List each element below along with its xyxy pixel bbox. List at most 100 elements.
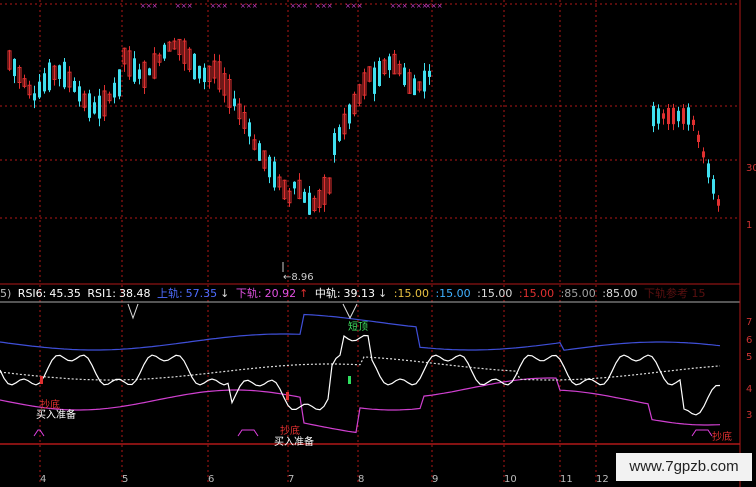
candle-body: [388, 56, 391, 71]
candle-body: [333, 133, 336, 155]
candle-body: [652, 105, 655, 127]
top-signal-mark: [342, 303, 358, 320]
mid-band-path: [0, 356, 721, 381]
signal-markers: [33, 303, 713, 437]
x-tick-9: 12: [596, 474, 609, 485]
candle-body: [148, 68, 151, 76]
candlestick-series: [7, 37, 720, 272]
candle-body: [43, 73, 46, 92]
x-tick-7: 10: [504, 474, 517, 485]
candle-body: [118, 69, 121, 97]
candle-body: [63, 61, 66, 88]
rsi-line: [0, 334, 721, 416]
axis-label-lower-6: 6: [746, 335, 753, 346]
x-tick-1: 4: [40, 474, 47, 485]
candle-body: [88, 93, 91, 118]
faded-tail: 下轨参考 15: [643, 287, 706, 300]
axis-label-upper-2: 1: [746, 220, 753, 231]
axis-label-lower-4: 4: [746, 384, 753, 395]
x-tick-8: 11: [560, 474, 573, 485]
mid-label: 中轨:: [314, 287, 341, 300]
top-marker: ×××: [345, 2, 363, 10]
candle-body: [687, 107, 690, 125]
candle-body: [428, 70, 431, 77]
candle-body: [268, 156, 271, 178]
signal-bottom-3: 抄底: [712, 432, 732, 443]
top-marker: ×××: [425, 2, 443, 10]
candle-body: [138, 69, 141, 79]
candle-body: [348, 104, 351, 124]
bottom-signal-mark: [237, 429, 259, 437]
ref-3: :15.00: [477, 287, 513, 300]
candle-body: [48, 62, 51, 91]
candle-body: [113, 82, 116, 98]
x-tick-3: 6: [208, 474, 215, 485]
lower-band-path: [0, 377, 721, 434]
rsi-path: [0, 334, 721, 416]
candle-body: [73, 80, 76, 92]
candle-body: [133, 58, 136, 82]
candle-body: [163, 44, 166, 59]
axis-label-lower-3: 3: [746, 410, 753, 421]
candle-body: [373, 67, 376, 94]
top-marker: ×××: [175, 2, 193, 10]
candle-body: [403, 67, 406, 86]
price-annotation: ←8.96: [283, 272, 314, 283]
rsi6-label: RSI6:: [17, 287, 47, 300]
stock-chart: ××× ××× ××× ××× ××× ××× ××× ××× ××××××: [0, 0, 741, 487]
candle-body: [308, 192, 311, 215]
top-marker: ×××: [390, 2, 408, 10]
rsi1-label: RSI1:: [87, 287, 116, 300]
signal-short-top: 短顶: [348, 322, 368, 333]
x-tick-6: 9: [432, 474, 439, 485]
candle-body: [707, 163, 710, 178]
ref-4: :15.00: [518, 287, 555, 300]
candle-body: [702, 151, 705, 158]
candle-body: [13, 58, 16, 77]
upper-label: 上轨:: [156, 287, 183, 300]
x-tick-5: 8: [358, 474, 365, 485]
candle-body: [58, 65, 61, 79]
axis-label-lower-5: 5: [746, 352, 753, 363]
top-marker: ×××: [315, 2, 333, 10]
candle-body: [413, 78, 416, 96]
bottom-signal-mark: [33, 429, 45, 437]
lower-label: 下轨:: [235, 287, 262, 300]
red-bar: [40, 376, 43, 384]
top-marker: ×××: [290, 2, 308, 10]
indicator-bar: 5) RSI6: 45.35 RSI1: 38.48 上轨: 57.35 ↓ 下轨: 20…: [0, 287, 706, 300]
candle-body: [692, 119, 695, 126]
ref-5: :85.00: [560, 287, 596, 300]
candle-body: [682, 108, 685, 124]
candle-body: [198, 65, 201, 79]
candle-body: [98, 95, 101, 119]
rsi6-value: 45.35: [49, 287, 81, 300]
red-bar: [286, 392, 289, 400]
candle-body: [303, 191, 306, 203]
top-marker: ×××: [210, 2, 228, 10]
rsi1-value: 38.48: [118, 287, 151, 300]
candle-body: [677, 110, 680, 122]
upper-value: 57.35: [185, 287, 218, 300]
ref-2: :15.00: [435, 287, 471, 300]
candle-body: [672, 107, 675, 125]
candle-body: [697, 134, 700, 142]
candle-body: [248, 122, 251, 137]
top-marker: ×××: [140, 2, 158, 10]
candle-body: [378, 60, 381, 86]
candle-body: [657, 108, 660, 124]
lower-value: 20.92: [264, 287, 297, 300]
candle-body: [38, 81, 41, 98]
signal-buy-prepare-1: 买入准备: [36, 410, 76, 421]
axis-label-upper-1: 30: [746, 163, 756, 174]
candle-body: [93, 102, 96, 114]
top-signal-mark: [127, 303, 139, 320]
candle-body: [717, 199, 720, 206]
candle-body: [712, 179, 715, 194]
top-marker: ×××: [240, 2, 258, 10]
candle-body: [423, 70, 426, 92]
candle-body: [233, 98, 236, 107]
candle-body: [33, 93, 36, 101]
x-tick-4: 7: [288, 474, 295, 485]
candle-body: [203, 67, 206, 83]
